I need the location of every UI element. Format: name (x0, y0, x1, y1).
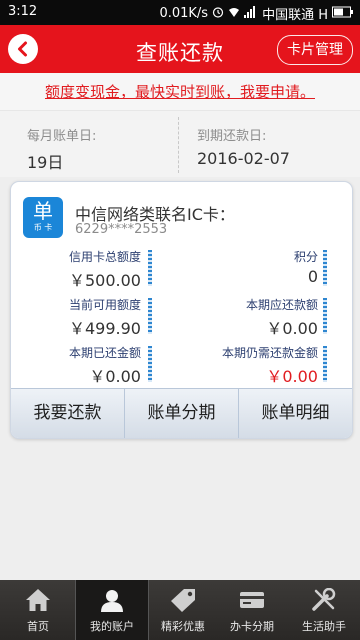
tab-my-account[interactable]: 我的账户 (75, 580, 149, 640)
available-limit-label: 当前可用额度 (68, 298, 141, 312)
wifi-icon (228, 6, 240, 22)
tab-card-installment-label: 办卡分期 (230, 620, 274, 633)
period-due-value: ￥0.00 (266, 319, 318, 338)
remaining-due-bar (323, 346, 327, 382)
available-limit-bar (148, 298, 152, 334)
alarm-icon (212, 6, 224, 22)
period-paid-value: ￥0.00 (89, 367, 141, 386)
bill-details-button[interactable]: 账单明细 (239, 389, 352, 438)
card-logo-char: 单 (33, 199, 53, 223)
card-manage-button[interactable]: 卡片管理 (277, 35, 353, 65)
tab-life-assistant-label: 生活助手 (302, 620, 346, 633)
network-speed: 0.01K/s (159, 6, 209, 21)
card-number: 6229****2553 (75, 222, 168, 237)
period-paid: 本期已还金额 ￥0.00 (11, 344, 141, 387)
dates-divider (178, 117, 179, 173)
remaining-due-label: 本期仍需还款金额 (221, 346, 318, 360)
period-paid-label: 本期已还金额 (68, 346, 141, 360)
period-paid-bar (148, 346, 152, 382)
card-icon (240, 592, 264, 608)
card-logo: 单 币 卡 (23, 197, 63, 238)
statement-day-label: 每月账单日: (27, 129, 97, 144)
tag-icon (171, 589, 195, 612)
statement-day-value: 19日 (27, 153, 64, 172)
tab-card-installment[interactable]: 办卡分期 (216, 580, 288, 640)
due-date: 到期还款日: 2016-02-07 (197, 125, 290, 168)
available-limit: 当前可用额度 ￥499.90 (11, 296, 141, 339)
billing-dates: 每月账单日: 19日 到期还款日: 2016-02-07 (0, 111, 360, 177)
user-icon (101, 590, 123, 612)
credit-card-panel: 单 币 卡 中信网络类联名IC卡： 6229****2553 信用卡总额度 ￥5… (10, 181, 353, 439)
period-due-label: 本期应还款额 (245, 298, 318, 312)
points-bar (323, 250, 327, 286)
due-date-value: 2016-02-07 (197, 149, 290, 168)
tab-my-account-label: 我的账户 (90, 620, 134, 633)
status-right: 0.01K/s 中国联通 H (159, 4, 354, 23)
points-label: 积分 (293, 250, 318, 264)
period-due-bar (323, 298, 327, 334)
battery-icon (332, 6, 354, 22)
bottom-tab-bar: 首页 我的账户 精彩优惠 办卡分期 生活助手 (0, 580, 360, 640)
tab-home[interactable]: 首页 (2, 580, 74, 640)
tools-icon (312, 587, 336, 611)
repay-button[interactable]: 我要还款 (11, 389, 125, 438)
tab-life-assistant[interactable]: 生活助手 (288, 580, 360, 640)
points: 积分 0 (158, 248, 318, 286)
promo-link[interactable]: 额度变现金，最快实时到账，我要申请。 (0, 73, 360, 111)
tab-offers-label: 精彩优惠 (161, 620, 205, 633)
tab-offers[interactable]: 精彩优惠 (147, 580, 219, 640)
installment-button[interactable]: 账单分期 (125, 389, 239, 438)
statement-day: 每月账单日: 19日 (27, 125, 96, 173)
card-logo-caption: 币 卡 (33, 223, 53, 232)
due-date-label: 到期还款日: (197, 129, 267, 144)
remaining-due: 本期仍需还款金额 ￥0.00 (158, 344, 318, 387)
tab-home-label: 首页 (27, 620, 49, 633)
status-time: 3:12 (8, 4, 38, 19)
remaining-due-value: ￥0.00 (266, 367, 318, 386)
home-icon (26, 589, 50, 611)
total-limit: 信用卡总额度 ￥500.00 (11, 248, 141, 291)
signal-icon (244, 5, 258, 22)
total-limit-label: 信用卡总额度 (68, 250, 141, 264)
status-bar: 3:12 0.01K/s 中国联通 H (0, 0, 360, 25)
period-due: 本期应还款额 ￥0.00 (158, 296, 318, 339)
total-limit-bar (148, 250, 152, 286)
points-value: 0 (307, 267, 318, 286)
carrier-label: 中国联通 H (262, 8, 328, 23)
available-limit-value: ￥499.90 (69, 319, 141, 338)
total-limit-value: ￥500.00 (69, 271, 141, 290)
app-header: 查账还款 卡片管理 (0, 25, 360, 73)
card-actions: 我要还款 账单分期 账单明细 (11, 388, 352, 438)
